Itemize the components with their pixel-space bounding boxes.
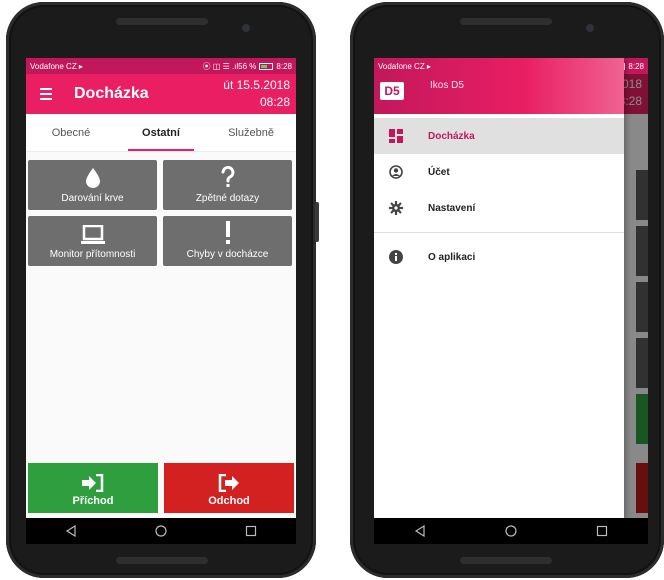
status-bar: Vodafone CZ ▸ ⦿ ◫ ☰ .ıl56 % 8:28 [26,58,296,74]
question-icon [221,165,234,187]
tile-label: Zpětné dotazy [195,193,260,204]
carrier-label: Vodafone CZ ▸ [30,61,83,71]
drawer-item-about[interactable]: O aplikaci [374,239,624,275]
sign-in-icon [82,474,104,492]
tile-presence-monitor[interactable]: Monitor přítomnosti [28,216,157,266]
tab-obecne[interactable]: Obecné [26,114,116,151]
phone-right: Vodafone CZ ▸ ⦿ ◫ ☰ .ıl56 % 8:28 018 8:2… [350,2,664,578]
drawer-divider [374,232,624,233]
back-icon[interactable] [65,525,77,537]
screen-drawer: Vodafone CZ ▸ ⦿ ◫ ☰ .ıl56 % 8:28 018 8:2… [374,58,648,520]
tile-feedback[interactable]: Zpětné dotazy [163,160,292,210]
drop-icon [85,168,100,188]
drawer-item-label: Nastavení [428,202,476,214]
current-time: 08:28 [259,95,290,109]
drawer-item-label: Docházka [428,130,475,142]
status-time: 8:28 [276,61,292,71]
info-icon [388,249,404,265]
tile-label: Monitor přítomnosti [49,249,136,260]
tab-sluzebne[interactable]: Služebně [206,114,296,151]
check-buttons: Příchod Odchod [28,463,294,513]
tile-attendance-errors[interactable]: Chyby v docházce [163,216,292,266]
departure-button[interactable]: Odchod [164,463,294,513]
side-button [315,202,319,242]
stage: Vodafone CZ ▸ ⦿ ◫ ☰ .ıl56 % 8:28 Docházk… [0,0,664,580]
home-icon[interactable] [155,525,167,537]
tile-blood-donation[interactable]: Darování krve [28,160,157,210]
date-time: út 15.5.2018 08:28 [223,77,290,111]
account-icon [388,164,404,180]
recents-icon[interactable] [596,525,608,537]
front-camera [242,24,250,32]
current-date: út 15.5.2018 [223,78,290,92]
carrier-label: Vodafone CZ ▸ [378,61,431,71]
drawer-item-label: Účet [428,166,450,178]
page-title: Docházka [74,85,149,102]
back-icon[interactable] [414,525,426,537]
status-icons-text: ⦿ ◫ ☰ .ıl56 % [202,61,257,71]
drawer-status-bar: Vodafone CZ ▸ [374,58,624,74]
dashboard-icon [388,128,404,144]
drawer-menu: Docházka Účet Nastavení O aplikaci [374,114,624,275]
drawer-item-label: O aplikaci [428,251,476,263]
recents-icon[interactable] [245,525,257,537]
drawer-item-dochazka[interactable]: Docházka [374,118,624,154]
sign-out-icon [218,474,239,492]
nav-bar [374,518,648,544]
nav-bar [26,518,296,544]
departure-label: Odchod [208,495,250,507]
tile-grid: Darování krve Zpětné dotazy Monitor přít… [26,152,296,266]
battery-icon [259,62,274,70]
navigation-drawer: Vodafone CZ ▸ D5 Ikos D5 Docházka Účet N… [374,58,624,520]
home-icon[interactable] [505,525,517,537]
hamburger-menu-icon[interactable] [26,88,66,100]
tile-label: Chyby v docházce [186,249,269,260]
bottom-speaker [460,557,552,564]
tab-ostatni[interactable]: Ostatní [116,114,206,151]
phone-left: Vodafone CZ ▸ ⦿ ◫ ☰ .ıl56 % 8:28 Docházk… [6,2,319,578]
front-camera [586,24,594,32]
arrival-label: Příchod [72,495,114,507]
arrival-button[interactable]: Příchod [28,463,158,513]
status-time: 8:28 [628,61,644,71]
drawer-header: Vodafone CZ ▸ D5 Ikos D5 [374,58,624,114]
bottom-speaker [116,557,208,564]
gear-icon [388,200,404,216]
laptop-icon [80,225,105,244]
app-logo: D5 [380,82,404,100]
drawer-user-name: Ikos D5 [430,80,464,91]
exclamation-icon [225,221,230,244]
tile-label: Darování krve [61,193,124,204]
drawer-item-nastaveni[interactable]: Nastavení [374,190,624,226]
status-icons: ⦿ ◫ ☰ .ıl56 % 8:28 [203,61,292,72]
app-toolbar: Docházka út 15.5.2018 08:28 [26,74,296,114]
earpiece [116,18,208,25]
drawer-item-ucet[interactable]: Účet [374,154,624,190]
earpiece [460,18,552,25]
tab-bar: Obecné Ostatní Služebně [26,114,296,152]
screen-main: Vodafone CZ ▸ ⦿ ◫ ☰ .ıl56 % 8:28 Docházk… [26,58,296,520]
